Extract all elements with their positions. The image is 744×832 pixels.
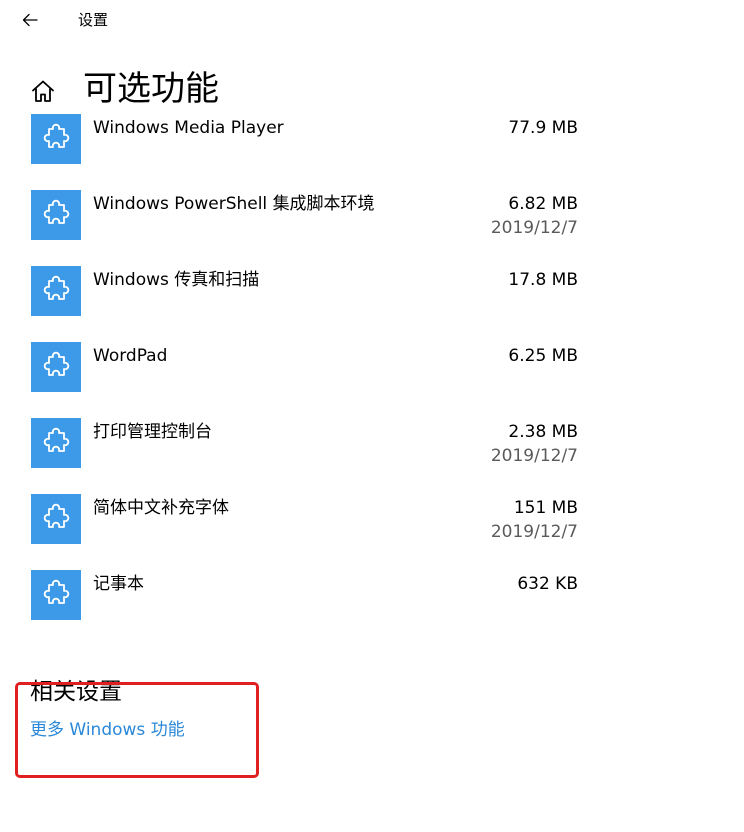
puzzle-icon (31, 418, 81, 468)
puzzle-icon (31, 494, 81, 544)
arrow-left-icon (22, 13, 38, 27)
feature-item[interactable]: WordPad 6.25 MB (0, 342, 600, 418)
puzzle-icon (31, 190, 81, 240)
app-title: 设置 (78, 11, 109, 29)
feature-size: 17.8 MB (508, 270, 578, 290)
feature-item[interactable]: Windows Media Player 77.9 MB (0, 114, 600, 190)
feature-size: 2.38 MB (508, 422, 578, 442)
feature-item[interactable]: 记事本 632 KB (0, 570, 600, 634)
feature-item[interactable]: Windows PowerShell 集成脚本环境 6.82 MB 2019/1… (0, 190, 600, 266)
feature-size: 632 KB (517, 574, 578, 594)
feature-name: 记事本 (93, 574, 144, 594)
feature-name: Windows 传真和扫描 (93, 270, 260, 290)
feature-name: Windows PowerShell 集成脚本环境 (93, 194, 375, 214)
feature-item[interactable]: 简体中文补充字体 151 MB 2019/12/7 (0, 494, 600, 570)
feature-size: 151 MB (513, 498, 578, 518)
related-settings-heading: 相关设置 (30, 679, 122, 705)
feature-size: 6.82 MB (508, 194, 578, 214)
feature-name: 打印管理控制台 (93, 422, 212, 442)
home-button[interactable] (30, 78, 56, 104)
feature-item[interactable]: Windows 传真和扫描 17.8 MB (0, 266, 600, 342)
feature-date: 2019/12/7 (490, 218, 578, 238)
title-bar: 设置 (0, 0, 744, 40)
puzzle-icon (31, 114, 81, 164)
feature-date: 2019/12/7 (490, 522, 578, 542)
feature-size: 6.25 MB (508, 346, 578, 366)
back-button[interactable] (16, 6, 44, 34)
home-icon (32, 80, 54, 102)
puzzle-icon (31, 266, 81, 316)
feature-item[interactable]: 打印管理控制台 2.38 MB 2019/12/7 (0, 418, 600, 494)
feature-list: Windows Media Player 77.9 MB Windows Pow… (0, 114, 744, 634)
feature-size: 77.9 MB (508, 118, 578, 138)
page-title: 可选功能 (83, 69, 219, 109)
feature-name: WordPad (93, 346, 168, 366)
puzzle-icon (31, 342, 81, 392)
feature-name: 简体中文补充字体 (93, 498, 229, 518)
puzzle-icon (31, 570, 81, 620)
feature-name: Windows Media Player (93, 118, 284, 138)
feature-date: 2019/12/7 (490, 446, 578, 466)
more-windows-features-link[interactable]: 更多 Windows 功能 (30, 718, 185, 742)
